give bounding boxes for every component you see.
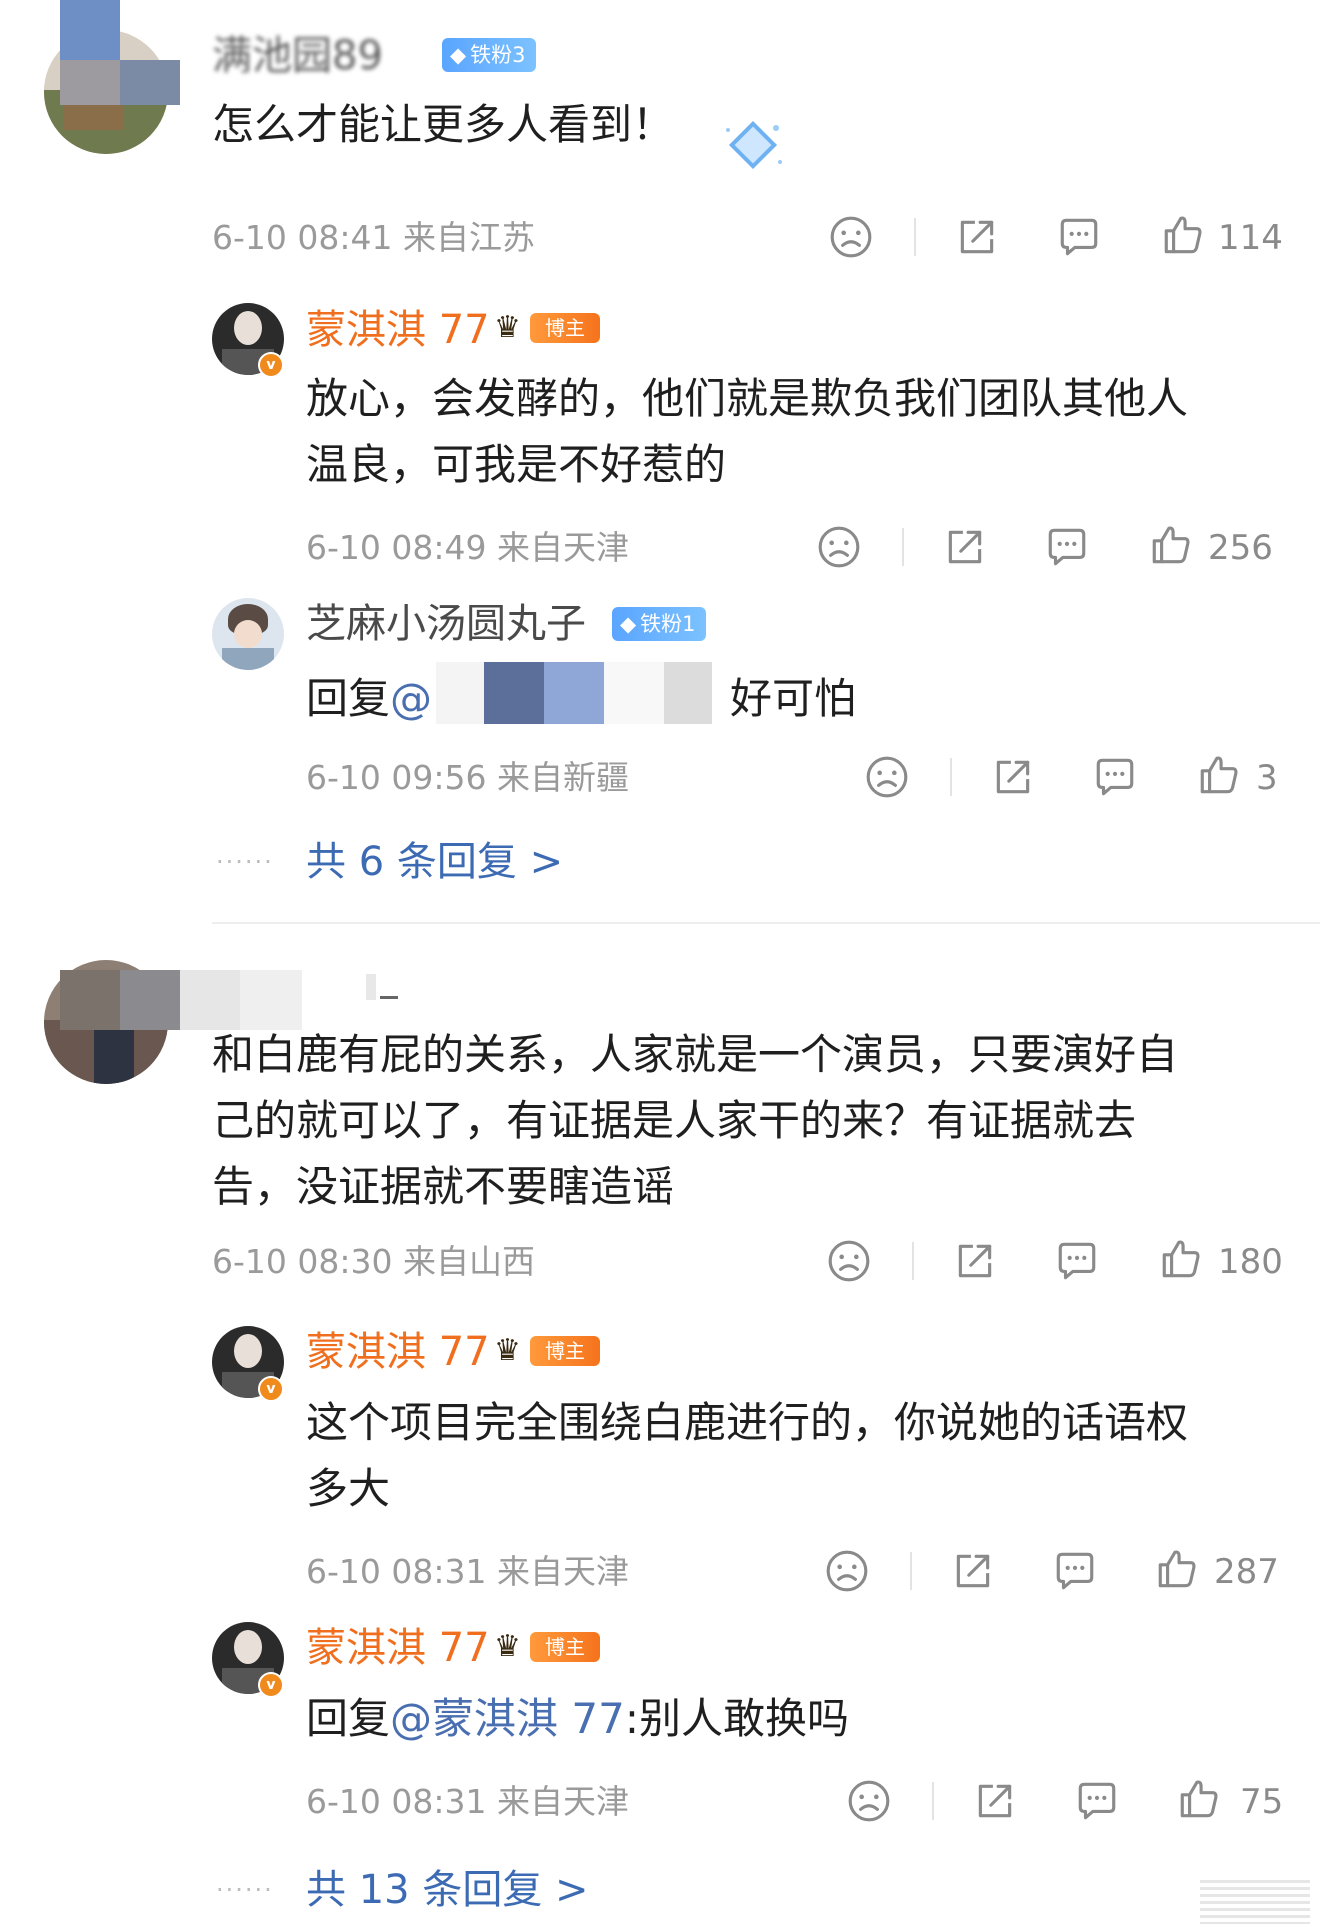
comment-text-line: 己的就可以了，有证据是人家干的来？有证据就去 <box>212 1096 1137 1145</box>
mosaic-block <box>544 662 604 724</box>
username[interactable]: 满池园89 <box>212 32 383 80</box>
frown-face-icon[interactable] <box>864 754 910 800</box>
frown-face-icon[interactable] <box>846 1778 892 1824</box>
fan-badge: ◆ 铁粉3 <box>442 38 536 72</box>
sparkle-diamond-icon <box>726 120 782 170</box>
divider <box>914 218 916 256</box>
diamond-icon: ◆ <box>620 612 637 636</box>
divider <box>950 758 952 796</box>
share-icon[interactable] <box>950 1548 996 1594</box>
mosaic-block <box>60 970 120 1030</box>
frown-face-icon[interactable] <box>828 214 874 260</box>
mosaic-block <box>484 662 544 724</box>
mosaic-block <box>436 662 484 724</box>
timestamp-location: 6-10 08:49 来自天津 <box>306 528 629 567</box>
share-icon[interactable] <box>972 1778 1018 1824</box>
mosaic-block <box>366 974 376 1000</box>
username[interactable]: 蒙淇淇 77 <box>306 1328 490 1376</box>
verified-icon: v <box>258 1376 284 1402</box>
username[interactable]: 芝麻小汤圆丸子 <box>306 600 586 648</box>
mosaic-block <box>380 996 398 999</box>
divider <box>910 1552 912 1590</box>
reply-text-line: 多大 <box>306 1464 391 1513</box>
owner-badge: ♛ 博主 <box>494 1629 604 1665</box>
divider <box>902 528 904 566</box>
thumbs-up-icon[interactable] <box>1158 1236 1204 1282</box>
timestamp-location: 6-10 08:41 来自江苏 <box>212 218 535 257</box>
diamond-icon: ◆ <box>450 43 467 67</box>
like-count: 75 <box>1240 1782 1284 1822</box>
thumbs-up-icon[interactable] <box>1196 752 1242 798</box>
thread-dots: ······ <box>216 1876 274 1904</box>
verified-icon: v <box>258 1672 284 1698</box>
comment-text-line: 和白鹿有屁的关系，人家就是一个演员，只要演好自 <box>212 1030 1179 1079</box>
reply-text-line: 温良，可我是不好惹的 <box>306 440 727 489</box>
reply-text: 回复@蒙淇淇 77:别人敢换吗 <box>306 1694 849 1743</box>
thumbs-up-icon[interactable] <box>1154 1546 1200 1592</box>
avatar[interactable] <box>212 598 284 670</box>
comment-bubble-icon[interactable] <box>1054 1238 1100 1284</box>
mosaic-block <box>60 0 120 60</box>
reply-text-line: 放心，会发酵的，他们就是欺负我们团队其他人 <box>306 374 1189 423</box>
share-icon[interactable] <box>942 524 988 570</box>
mosaic-block <box>120 60 180 105</box>
mention-link[interactable]: @蒙淇淇 77 <box>390 1694 625 1743</box>
like-count: 256 <box>1208 528 1273 568</box>
like-count: 3 <box>1256 758 1278 798</box>
comment-bubble-icon[interactable] <box>1056 214 1102 260</box>
verified-icon: v <box>258 352 284 378</box>
mention-link[interactable]: @ <box>390 674 432 723</box>
thumbs-up-icon[interactable] <box>1160 212 1206 258</box>
divider <box>912 1242 914 1280</box>
timestamp-location: 6-10 08:31 来自天津 <box>306 1552 629 1591</box>
thumbs-up-icon[interactable] <box>1148 522 1194 568</box>
timestamp-location: 6-10 09:56 来自新疆 <box>306 758 629 797</box>
like-count: 180 <box>1218 1242 1283 1282</box>
like-count: 287 <box>1214 1552 1279 1592</box>
timestamp-location: 6-10 08:31 来自天津 <box>306 1782 629 1821</box>
share-icon[interactable] <box>990 754 1036 800</box>
watermark-lines <box>1200 1880 1310 1924</box>
mosaic-block <box>60 60 120 105</box>
comment-bubble-icon[interactable] <box>1044 524 1090 570</box>
username[interactable]: 蒙淇淇 77 <box>306 1624 490 1672</box>
share-icon[interactable] <box>952 1238 998 1284</box>
thread-dots: ······ <box>216 848 274 876</box>
mosaic-block <box>664 662 712 724</box>
mosaic-block <box>604 662 664 724</box>
view-all-replies-link[interactable]: 共 13 条回复 > <box>306 1866 589 1914</box>
fan-badge: ◆ 铁粉1 <box>612 607 706 641</box>
comment-bubble-icon[interactable] <box>1052 1548 1098 1594</box>
share-icon[interactable] <box>954 214 1000 260</box>
comment-text-line: 告，没证据就不要瞎造谣 <box>212 1162 675 1211</box>
reply-text-line: 这个项目完全围绕白鹿进行的，你说她的话语权 <box>306 1398 1189 1447</box>
owner-badge: ♛ 博主 <box>494 1333 604 1369</box>
frown-face-icon[interactable] <box>826 1238 872 1284</box>
comment-divider <box>212 922 1320 924</box>
divider <box>932 1782 934 1820</box>
like-count: 114 <box>1218 218 1283 258</box>
comment-bubble-icon[interactable] <box>1092 754 1138 800</box>
username[interactable]: 蒙淇淇 77 <box>306 306 490 354</box>
mosaic-block <box>180 970 240 1030</box>
mosaic-block <box>240 970 302 1030</box>
timestamp-location: 6-10 08:30 来自山西 <box>212 1242 535 1281</box>
comment-bubble-icon[interactable] <box>1074 1778 1120 1824</box>
comment-text: 怎么才能让更多人看到！ <box>212 100 675 149</box>
mosaic-block <box>120 970 180 1030</box>
thumbs-up-icon[interactable] <box>1176 1776 1222 1822</box>
owner-badge: ♛ 博主 <box>494 310 604 346</box>
view-all-replies-link[interactable]: 共 6 条回复 > <box>306 838 563 886</box>
frown-face-icon[interactable] <box>824 1548 870 1594</box>
frown-face-icon[interactable] <box>816 524 862 570</box>
